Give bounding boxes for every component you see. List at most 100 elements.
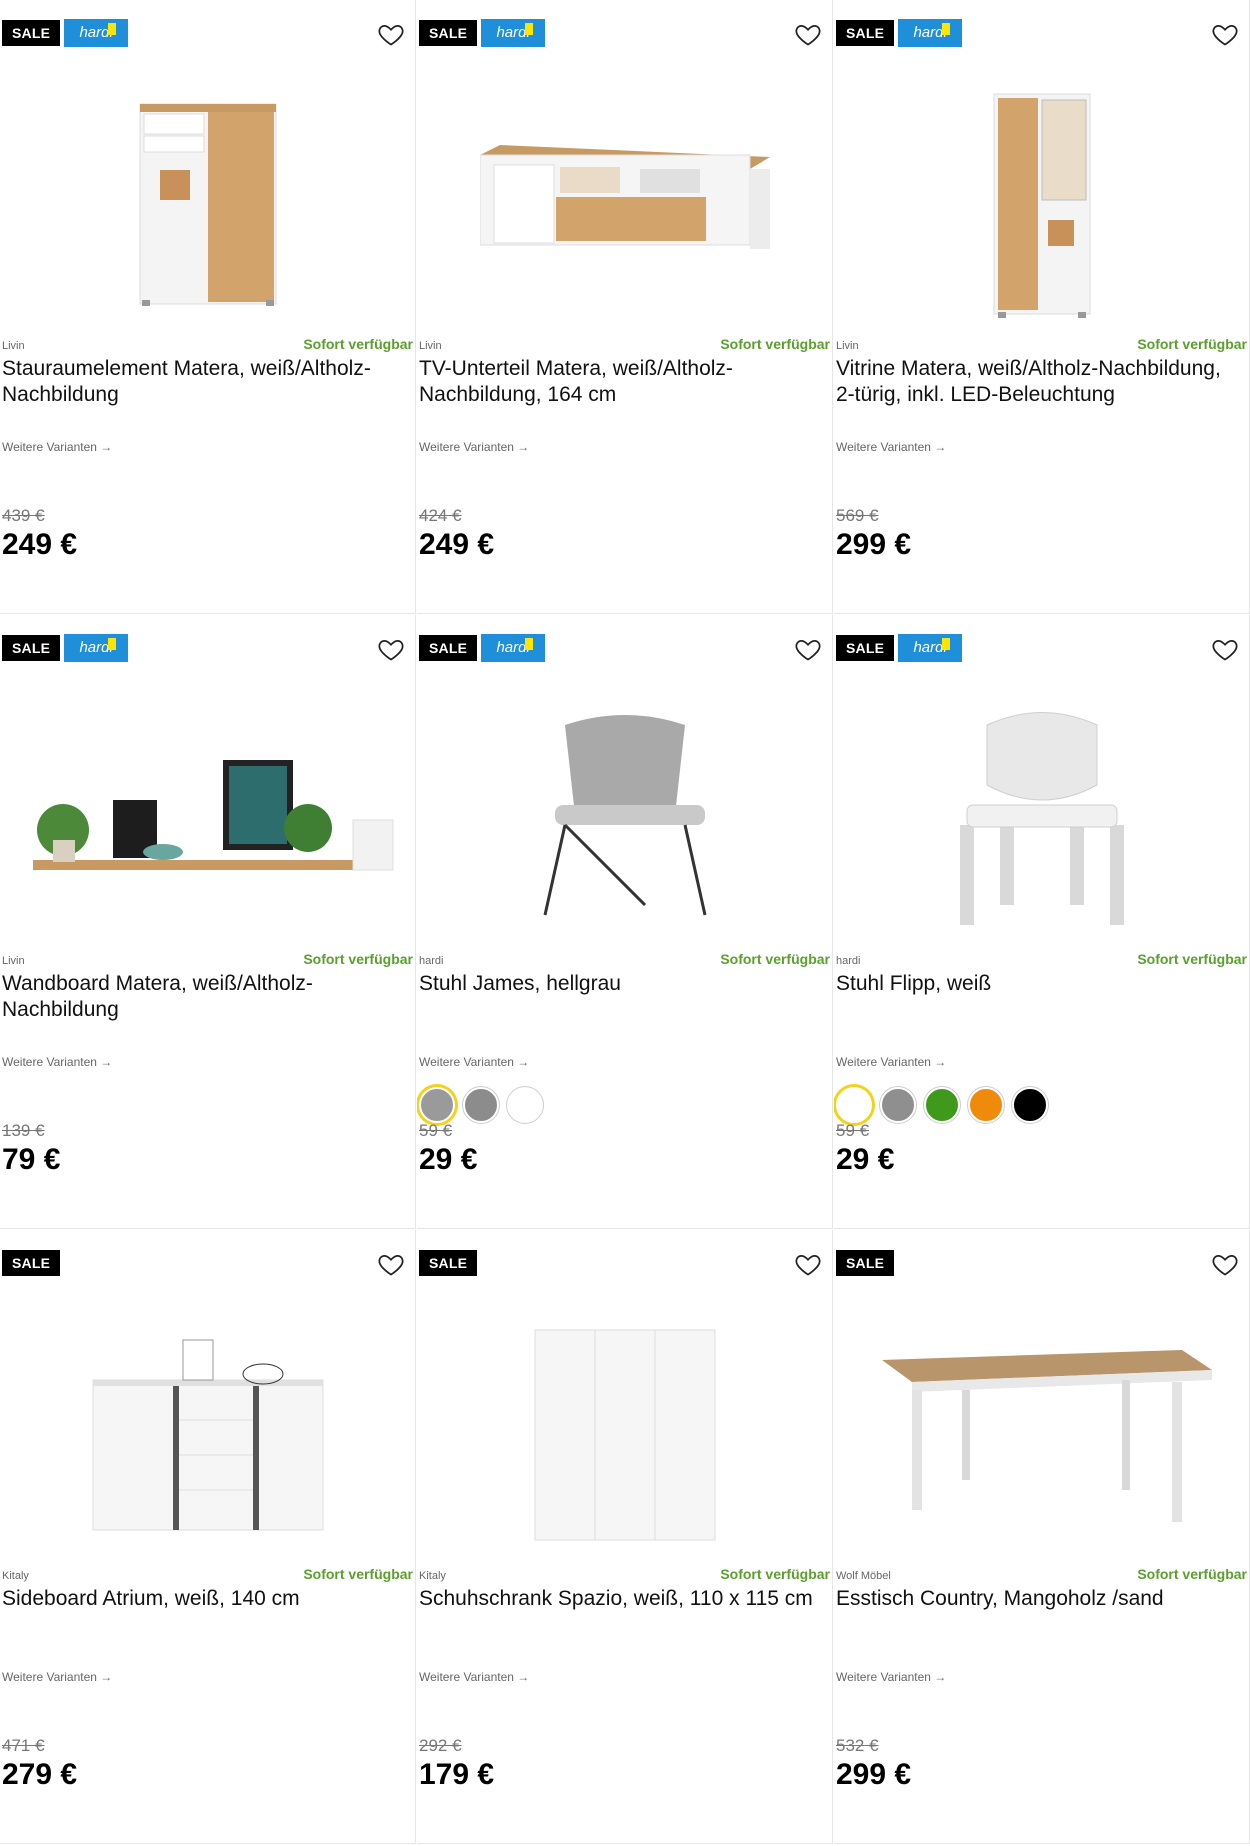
sale-badge: SALE bbox=[419, 635, 478, 661]
product-title[interactable]: Stuhl Flipp, weiß bbox=[836, 971, 1245, 997]
dining-table-image[interactable] bbox=[834, 1300, 1249, 1570]
maker-label: Livin bbox=[419, 340, 442, 352]
heart-icon[interactable] bbox=[377, 635, 405, 663]
availability-label: Sofort verfügbar bbox=[303, 1566, 413, 1582]
product-card[interactable]: SALE hardi Livin Sofort verfügbar Staura… bbox=[0, 0, 416, 614]
brand-badge: hardi bbox=[898, 634, 963, 662]
badge-group: SALE bbox=[2, 1250, 61, 1276]
old-price: 471 € bbox=[2, 1736, 45, 1755]
product-title[interactable]: Schuhschrank Spazio, weiß, 110 x 115 cm bbox=[419, 1586, 828, 1612]
shoe-cabinet-image[interactable] bbox=[417, 1300, 832, 1570]
color-swatches bbox=[419, 1087, 543, 1123]
old-price: 292 € bbox=[419, 1736, 462, 1755]
badge-group: SALE hardi bbox=[2, 19, 129, 47]
price: 79 € bbox=[2, 1143, 61, 1176]
color-swatch[interactable] bbox=[1012, 1087, 1048, 1123]
heart-icon[interactable] bbox=[377, 1250, 405, 1278]
meta-row: Wolf Möbel Sofort verfügbar bbox=[836, 1566, 1247, 1582]
more-variants-link[interactable]: Weitere Varianten → bbox=[836, 1670, 946, 1684]
wall-shelf-image[interactable] bbox=[0, 685, 415, 955]
maker-label: Livin bbox=[2, 955, 25, 967]
availability-label: Sofort verfügbar bbox=[1137, 1566, 1247, 1582]
product-title[interactable]: Esstisch Country, Mangoholz /sand bbox=[836, 1586, 1245, 1612]
product-title[interactable]: Vitrine Matera, weiß/Altholz-Nachbildung… bbox=[836, 356, 1245, 408]
color-swatch[interactable] bbox=[968, 1087, 1004, 1123]
tv-unit-image[interactable] bbox=[417, 70, 832, 340]
product-card[interactable]: SALE hardi Livin Sofort verfügbar Wandbo… bbox=[0, 615, 416, 1229]
heart-icon[interactable] bbox=[377, 20, 405, 48]
product-grid: SALE hardi Livin Sofort verfügbar Staura… bbox=[0, 0, 1250, 1846]
more-variants-link[interactable]: Weitere Varianten → bbox=[2, 1055, 112, 1069]
color-swatch[interactable] bbox=[463, 1087, 499, 1123]
brand-badge: hardi bbox=[64, 634, 129, 662]
sale-badge: SALE bbox=[836, 20, 895, 46]
vitrine-image[interactable] bbox=[834, 70, 1249, 340]
color-swatch[interactable] bbox=[836, 1087, 872, 1123]
heart-icon[interactable] bbox=[1211, 1250, 1239, 1278]
price: 249 € bbox=[2, 528, 78, 561]
badge-group: SALE hardi bbox=[836, 634, 963, 662]
more-variants-link[interactable]: Weitere Varianten → bbox=[419, 440, 529, 454]
maker-label: Livin bbox=[836, 340, 859, 352]
old-price: 139 € bbox=[2, 1121, 45, 1140]
product-card[interactable]: SALE hardi Livin Sofort verfügbar TV-Unt… bbox=[417, 0, 833, 614]
product-title[interactable]: TV-Unterteil Matera, weiß/Altholz-Nachbi… bbox=[419, 356, 828, 408]
meta-row: Kitaly Sofort verfügbar bbox=[2, 1566, 413, 1582]
more-variants-link[interactable]: Weitere Varianten → bbox=[836, 440, 946, 454]
meta-row: hardi Sofort verfügbar bbox=[419, 951, 830, 967]
more-variants-link[interactable]: Weitere Varianten → bbox=[836, 1055, 946, 1069]
price: 279 € bbox=[2, 1758, 78, 1791]
product-title[interactable]: Sideboard Atrium, weiß, 140 cm bbox=[2, 1586, 411, 1612]
brand-badge: hardi bbox=[898, 19, 963, 47]
product-card[interactable]: SALE Kitaly Sofort verfügbar Schuhschran… bbox=[417, 1230, 833, 1844]
heart-icon[interactable] bbox=[1211, 635, 1239, 663]
maker-label: Kitaly bbox=[2, 1570, 29, 1582]
product-card[interactable]: SALE Wolf Möbel Sofort verfügbar Esstisc… bbox=[834, 1230, 1250, 1844]
meta-row: Livin Sofort verfügbar bbox=[836, 336, 1247, 352]
availability-label: Sofort verfügbar bbox=[720, 1566, 830, 1582]
chair-flipp-image[interactable] bbox=[834, 685, 1249, 955]
product-title[interactable]: Stauraumelement Matera, weiß/Altholz-Nac… bbox=[2, 356, 411, 408]
old-price: 59 € bbox=[419, 1121, 453, 1140]
badge-group: SALE hardi bbox=[419, 634, 546, 662]
heart-icon[interactable] bbox=[1211, 20, 1239, 48]
product-title[interactable]: Wandboard Matera, weiß/Altholz-Nachbildu… bbox=[2, 971, 411, 1023]
chair-james-image[interactable] bbox=[417, 685, 832, 955]
old-price: 59 € bbox=[836, 1121, 870, 1140]
old-price: 532 € bbox=[836, 1736, 879, 1755]
color-swatch[interactable] bbox=[419, 1087, 455, 1123]
more-variants-link[interactable]: Weitere Varianten → bbox=[2, 1670, 112, 1684]
price: 299 € bbox=[836, 528, 912, 561]
price: 299 € bbox=[836, 1758, 912, 1791]
old-price: 439 € bbox=[2, 506, 45, 525]
old-price: 569 € bbox=[836, 506, 879, 525]
cabinet-image[interactable] bbox=[0, 70, 415, 340]
sideboard-image[interactable] bbox=[0, 1300, 415, 1570]
product-title[interactable]: Stuhl James, hellgrau bbox=[419, 971, 828, 997]
brand-flag-icon bbox=[525, 638, 534, 650]
color-swatch[interactable] bbox=[507, 1087, 543, 1123]
more-variants-link[interactable]: Weitere Varianten → bbox=[2, 440, 112, 454]
product-card[interactable]: SALE hardi hardi Sofort verfügbar Stuhl … bbox=[417, 615, 833, 1229]
brand-flag-icon bbox=[525, 23, 534, 35]
brand-flag-icon bbox=[108, 638, 117, 650]
product-card[interactable]: SALE hardi Livin Sofort verfügbar Vitrin… bbox=[834, 0, 1250, 614]
maker-label: Kitaly bbox=[419, 1570, 446, 1582]
product-card[interactable]: SALE hardi hardi Sofort verfügbar Stuhl … bbox=[834, 615, 1250, 1229]
color-swatch[interactable] bbox=[880, 1087, 916, 1123]
meta-row: Livin Sofort verfügbar bbox=[2, 951, 413, 967]
sale-badge: SALE bbox=[836, 635, 895, 661]
more-variants-link[interactable]: Weitere Varianten → bbox=[419, 1055, 529, 1069]
heart-icon[interactable] bbox=[794, 20, 822, 48]
color-swatch[interactable] bbox=[924, 1087, 960, 1123]
product-card[interactable]: SALE Kitaly Sofort verfügbar Sideboard A… bbox=[0, 1230, 416, 1844]
more-variants-link[interactable]: Weitere Varianten → bbox=[419, 1670, 529, 1684]
maker-label: Livin bbox=[2, 340, 25, 352]
heart-icon[interactable] bbox=[794, 635, 822, 663]
maker-label: hardi bbox=[836, 955, 861, 967]
heart-icon[interactable] bbox=[794, 1250, 822, 1278]
badge-group: SALE hardi bbox=[2, 634, 129, 662]
brand-flag-icon bbox=[108, 23, 117, 35]
price: 179 € bbox=[419, 1758, 495, 1791]
badge-group: SALE bbox=[419, 1250, 478, 1276]
